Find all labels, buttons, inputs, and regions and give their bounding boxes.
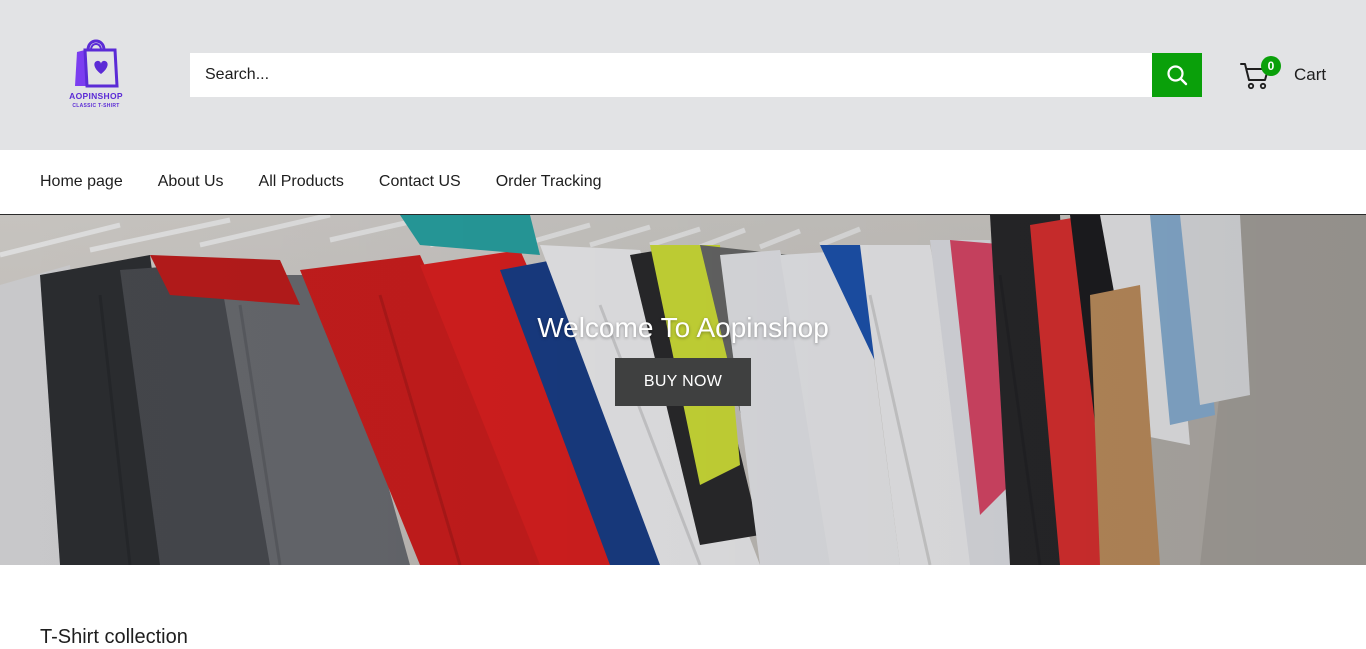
- search-icon: [1167, 65, 1188, 86]
- shopping-bag-logo-icon: [75, 39, 119, 88]
- search-button[interactable]: [1152, 53, 1202, 97]
- hero-banner: Welcome To Aopinshop BUY NOW: [0, 215, 1366, 565]
- cart-link[interactable]: 0 Cart: [1240, 56, 1330, 94]
- nav-item-order-tracking[interactable]: Order Tracking: [496, 173, 602, 191]
- brand-logo[interactable]: AOPINSHOP CLASSIC T-SHIRT: [62, 34, 130, 116]
- hero-title: Welcome To Aopinshop: [537, 312, 829, 343]
- nav-item-about-us[interactable]: About Us: [158, 173, 224, 191]
- search-bar: [190, 53, 1202, 97]
- site-header: AOPINSHOP CLASSIC T-SHIRT 0 Cart: [0, 0, 1366, 150]
- nav-item-contact-us[interactable]: Contact US: [379, 173, 461, 191]
- cart-count-badge: 0: [1261, 56, 1281, 76]
- brand-tagline: CLASSIC T-SHIRT: [72, 103, 120, 109]
- nav-item-home[interactable]: Home page: [40, 173, 123, 191]
- search-input[interactable]: [190, 53, 1152, 97]
- section-title: T-Shirt collection: [40, 626, 188, 648]
- buy-now-button[interactable]: BUY NOW: [615, 358, 751, 406]
- brand-name: AOPINSHOP: [69, 91, 123, 101]
- cart-label: Cart: [1294, 65, 1327, 84]
- nav-item-all-products[interactable]: All Products: [259, 173, 344, 191]
- main-navigation: Home page About Us All Products Contact …: [0, 150, 1366, 215]
